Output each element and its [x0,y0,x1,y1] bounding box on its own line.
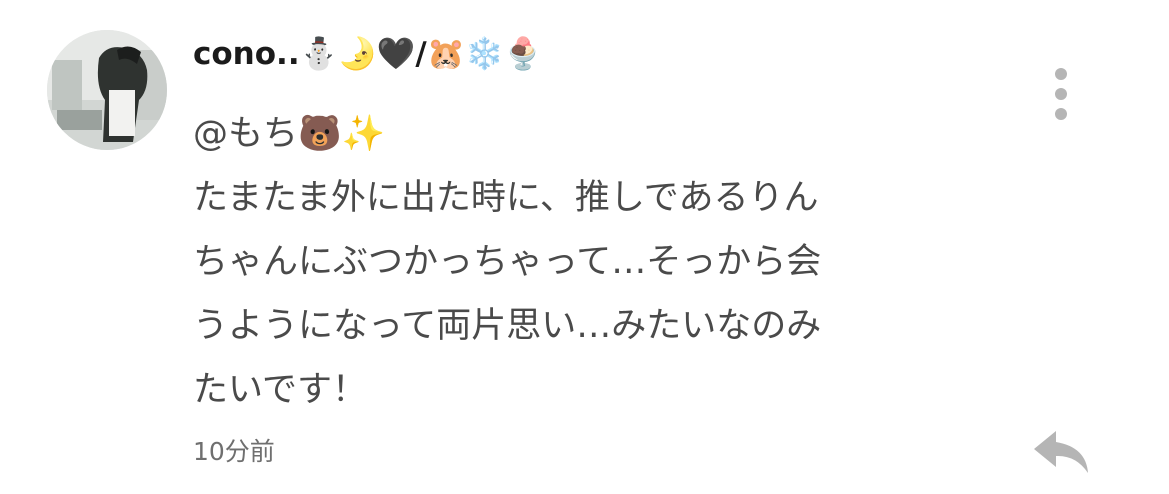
more-vertical-icon-dot [1055,88,1067,100]
more-vertical-icon-dot [1055,108,1067,120]
avatar[interactable] [47,30,167,150]
comment-line: ちゃんにぶつかっちゃって…そっから会 [193,242,822,282]
username[interactable]: cono..⛄🌛🖤/🐹❄️🍨 [193,36,543,73]
comment-line: たまたま外に出た時に、推しであるりん [193,178,819,218]
reply-arrow-icon [1034,431,1088,473]
reply-button[interactable] [1030,427,1092,477]
avatar-photo [47,30,167,150]
more-options-button[interactable] [1043,66,1081,122]
comment-body: @もち🐻✨ たまたま外に出た時に、推しであるりん ちゃんにぶつかっちゃって…そっ… [193,102,963,422]
comment-item: cono..⛄🌛🖤/🐹❄️🍨 @もち🐻✨ たまたま外に出た時に、推しであるりん … [0,0,1169,494]
mention[interactable]: @もち🐻✨ [193,102,963,166]
more-vertical-icon [1055,68,1067,80]
comment-line: たいです！ [193,370,367,410]
timestamp: 10分前 [193,437,275,466]
comment-line: うようになって両片思い…みたいなのみ [193,306,822,346]
